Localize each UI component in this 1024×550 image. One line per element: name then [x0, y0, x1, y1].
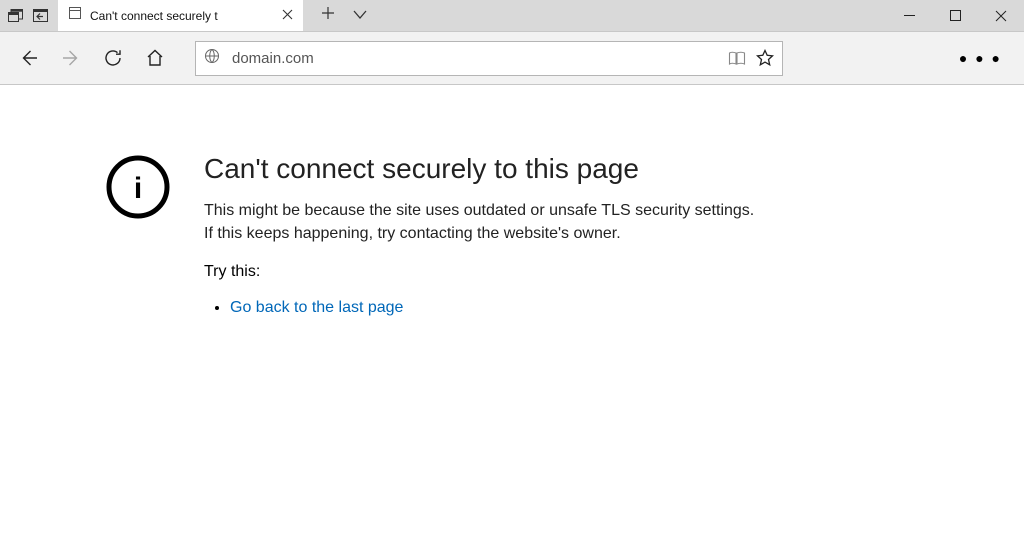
close-tab-button[interactable]	[282, 8, 293, 23]
info-icon: i	[104, 153, 172, 226]
reading-view-icon[interactable]	[728, 51, 746, 66]
tab-title: Can't connect securely t	[90, 9, 274, 23]
browser-window: Can't connect securely t	[0, 0, 1024, 550]
tab-actions	[303, 0, 367, 31]
set-aside-tabs-icon[interactable]	[33, 9, 48, 22]
try-this-label: Try this:	[204, 263, 764, 281]
toolbar: ● ● ●	[0, 32, 1024, 85]
close-window-button[interactable]	[978, 0, 1024, 31]
home-button[interactable]	[138, 41, 172, 75]
error-body: This might be because the site uses outd…	[204, 199, 764, 245]
list-item: Go back to the last page	[230, 299, 764, 317]
page-icon	[68, 6, 82, 25]
favorite-star-icon[interactable]	[756, 49, 774, 67]
maximize-button[interactable]	[932, 0, 978, 31]
title-bar: Can't connect securely t	[0, 0, 1024, 32]
page-content: i Can't connect securely to this page Th…	[0, 85, 1024, 317]
new-tab-button[interactable]	[321, 6, 335, 25]
globe-icon	[204, 48, 220, 69]
browser-tab[interactable]: Can't connect securely t	[58, 0, 303, 31]
tab-menu-button[interactable]	[353, 7, 367, 25]
title-bar-left-icons	[0, 0, 48, 31]
back-button[interactable]	[12, 41, 46, 75]
suggestion-list: Go back to the last page	[204, 299, 764, 317]
error-heading: Can't connect securely to this page	[204, 153, 764, 185]
url-input[interactable]	[230, 49, 718, 68]
go-back-link[interactable]: Go back to the last page	[230, 299, 403, 316]
minimize-button[interactable]	[886, 0, 932, 31]
refresh-button[interactable]	[96, 41, 130, 75]
forward-button[interactable]	[54, 41, 88, 75]
address-bar[interactable]	[195, 41, 783, 76]
window-controls	[886, 0, 1024, 31]
more-menu-button[interactable]: ● ● ●	[959, 50, 1012, 66]
svg-text:i: i	[134, 172, 142, 205]
tab-preview-icon[interactable]	[8, 9, 23, 22]
